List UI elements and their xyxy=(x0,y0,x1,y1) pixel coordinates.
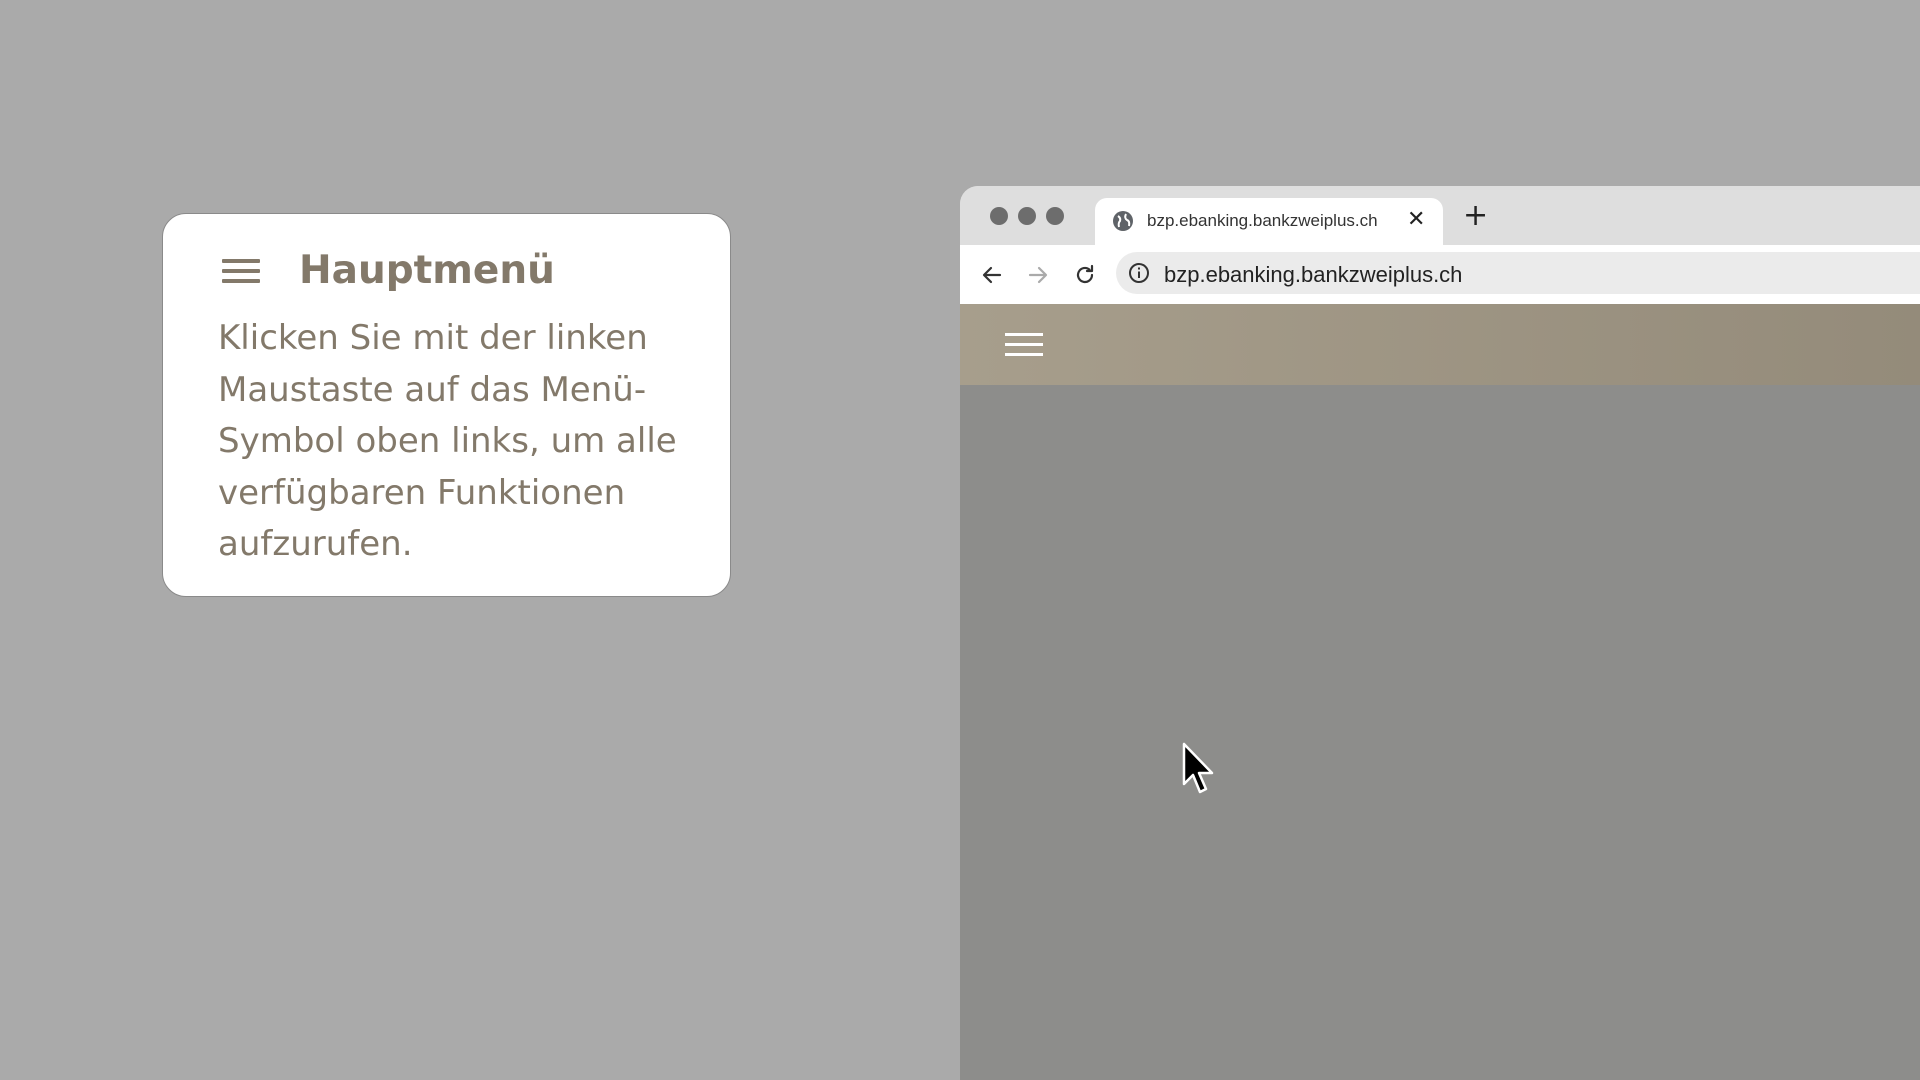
window-close-dot-icon[interactable] xyxy=(990,207,1008,225)
new-tab-button[interactable]: + xyxy=(1463,201,1488,231)
reload-icon[interactable] xyxy=(1073,263,1097,287)
globe-icon xyxy=(1113,211,1133,231)
browser-toolbar: bzp.ebanking.bankzweiplus.ch xyxy=(960,245,1920,304)
tab-close-icon[interactable]: ✕ xyxy=(1407,208,1425,232)
page-content xyxy=(960,385,1920,1080)
info-icon[interactable] xyxy=(1128,262,1150,284)
tab-strip: bzp.ebanking.bankzweiplus.ch ✕ + xyxy=(960,186,1920,245)
site-header xyxy=(960,304,1920,385)
main-menu-tooltip: Hauptmenü Klicken Sie mit der linken Mau… xyxy=(162,213,731,597)
tooltip-title: Hauptmenü xyxy=(299,248,555,293)
browser-window: bzp.ebanking.bankzweiplus.ch ✕ + bzp.eba… xyxy=(960,186,1920,1080)
url-text[interactable]: bzp.ebanking.bankzweiplus.ch xyxy=(1164,262,1462,288)
forward-arrow-icon[interactable] xyxy=(1026,263,1050,287)
window-minimize-dot-icon[interactable] xyxy=(1018,207,1036,225)
tab-title: bzp.ebanking.bankzweiplus.ch xyxy=(1147,211,1378,230)
address-bar[interactable]: bzp.ebanking.bankzweiplus.ch xyxy=(1116,252,1920,294)
hamburger-menu-icon[interactable] xyxy=(1005,331,1043,359)
tooltip-header: Hauptmenü xyxy=(222,248,555,294)
window-maximize-dot-icon[interactable] xyxy=(1046,207,1064,225)
mouse-cursor-icon xyxy=(1182,742,1214,794)
browser-tab[interactable]: bzp.ebanking.bankzweiplus.ch ✕ xyxy=(1095,198,1443,245)
tooltip-body: Klicken Sie mit der linken Maustaste auf… xyxy=(218,318,677,564)
hamburger-menu-icon xyxy=(222,257,260,285)
back-arrow-icon[interactable] xyxy=(980,263,1004,287)
